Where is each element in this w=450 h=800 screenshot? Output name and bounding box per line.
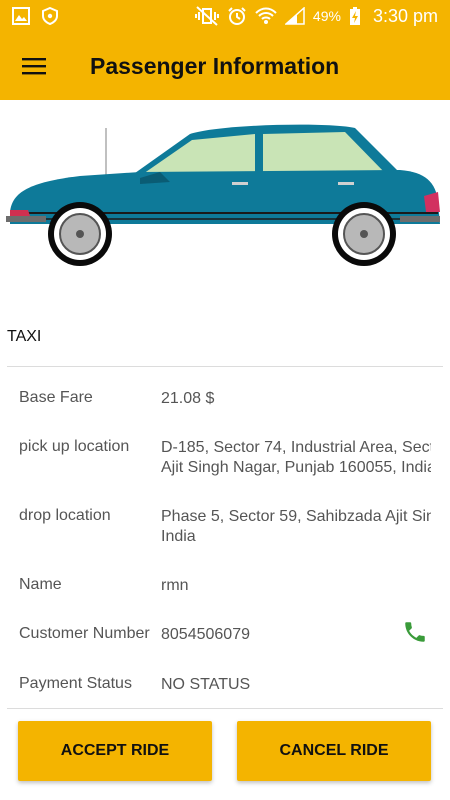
phone-icon[interactable] [402,619,430,647]
status-bar-right: 49% 3:30 pm [194,0,438,32]
app-toolbar: Passenger Information [0,32,450,100]
wifi-icon [255,7,277,24]
detail-value: 8054506079 [161,626,250,643]
detail-label: pick up location [19,438,130,455]
detail-value-line: Ajit Singh Nagar, Punjab 160055, India [161,459,431,476]
detail-label: drop location [19,507,111,524]
detail-value: 21.08 $ [161,390,215,407]
accept-ride-button[interactable]: ACCEPT RIDE [18,721,212,781]
battery-charging-icon [349,7,360,25]
alarm-icon [228,7,246,25]
detail-label: Payment Status [19,675,132,692]
hamburger-menu-icon[interactable] [14,46,54,86]
taxi-car-illustration [0,112,450,277]
detail-value-multiline: Phase 5, Sector 59, Sahibzada Ajit Singh… [161,507,431,547]
mute-vibrate-icon [194,6,219,26]
detail-label: Customer Number [19,625,150,642]
divider-bottom [7,708,443,709]
detail-value: rmn [161,577,189,594]
detail-value-line: D-185, Sector 74, Industrial Area, Secto… [161,439,431,456]
shield-icon [42,7,58,25]
divider-top [7,366,443,367]
status-bar: 49% 3:30 pm [0,0,450,32]
battery-percentage: 49% [312,8,341,24]
vehicle-type-label: TAXI [7,328,42,345]
cancel-ride-button[interactable]: CANCEL RIDE [237,721,431,781]
detail-label: Name [19,576,62,593]
detail-value-line: India [161,528,196,545]
page-title: Passenger Information [90,53,340,79]
detail-value-multiline: D-185, Sector 74, Industrial Area, Secto… [161,438,431,478]
detail-value: NO STATUS [161,676,251,693]
image-icon [12,7,30,25]
detail-value-line: Phase 5, Sector 59, Sahibzada Ajit Singh… [161,508,431,525]
detail-label: Base Fare [19,389,93,406]
status-bar-left [12,7,58,25]
status-time: 3:30 pm [372,5,438,26]
signal-icon [284,7,305,25]
